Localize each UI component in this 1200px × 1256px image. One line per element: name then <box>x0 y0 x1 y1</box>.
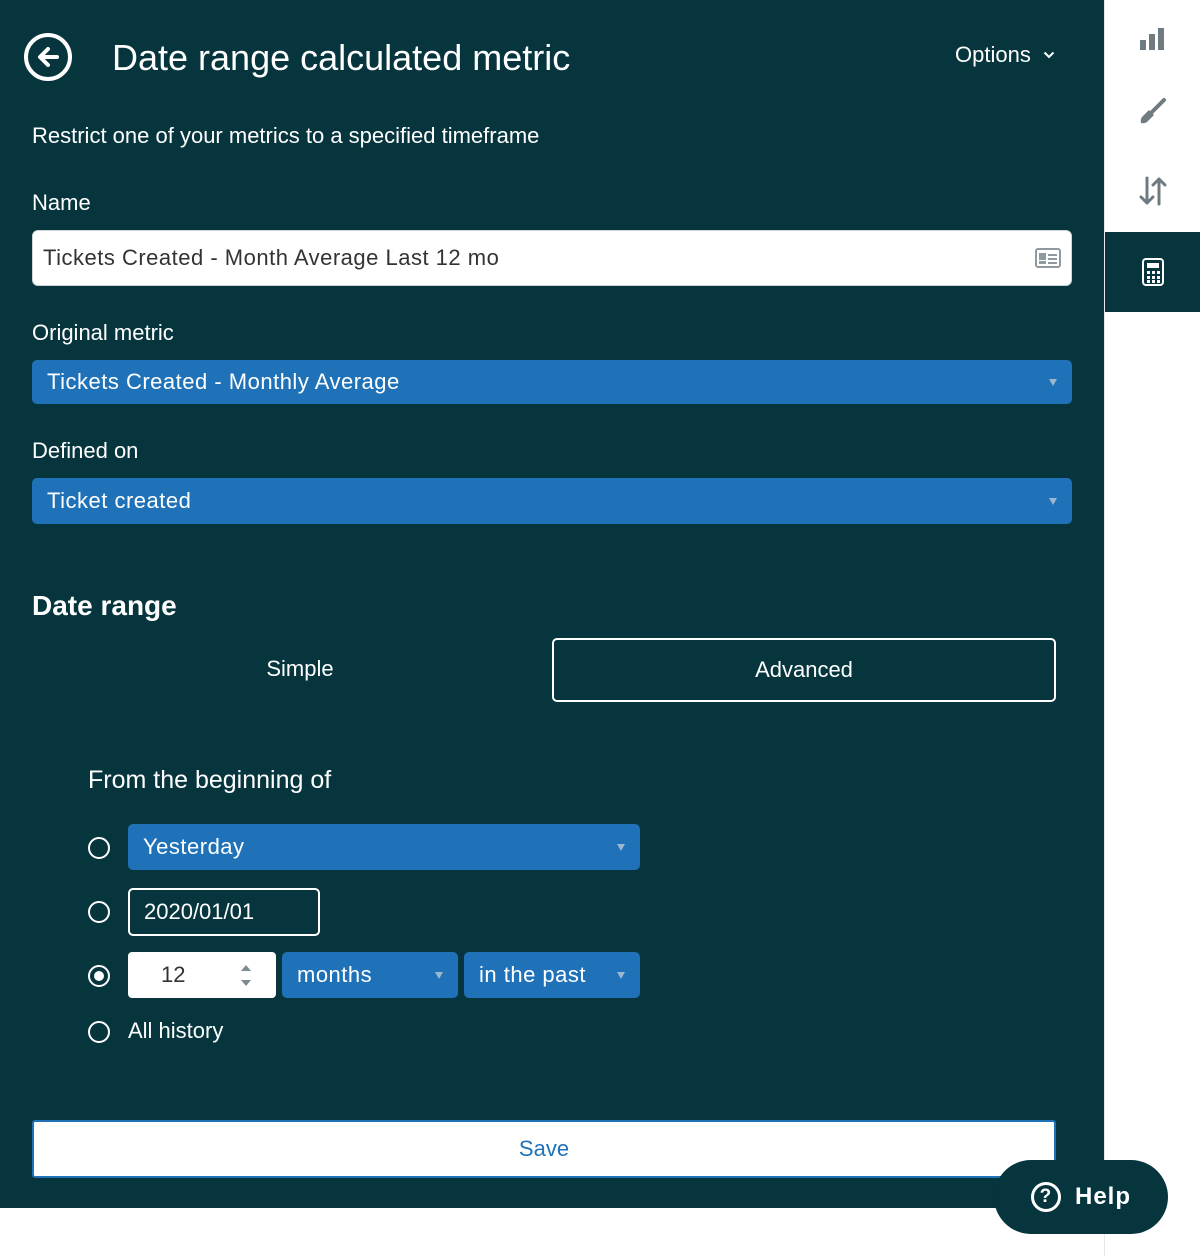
bar-chart-icon <box>1140 28 1164 50</box>
original-metric-label: Original metric <box>32 320 174 345</box>
date-range-title: Date range <box>32 590 177 621</box>
rail-item-sort[interactable] <box>1105 152 1200 230</box>
relative-date-value: Yesterday <box>143 834 245 859</box>
help-button[interactable]: ? Help <box>994 1160 1168 1234</box>
caret-down-icon <box>617 843 625 851</box>
direction-value: in the past <box>479 962 587 987</box>
fixed-date-value: 2020/01/01 <box>144 899 255 924</box>
rail-item-calculator[interactable] <box>1105 232 1200 312</box>
unit-value: months <box>297 962 373 987</box>
direction-select[interactable]: in the past <box>464 952 640 998</box>
radio-relative[interactable] <box>88 837 110 859</box>
calculator-icon <box>1142 258 1164 286</box>
chevron-down-icon <box>1043 51 1055 59</box>
question-icon: ? <box>1030 1182 1061 1212</box>
sort-arrows-icon <box>1139 176 1167 206</box>
options-label: Options <box>955 42 1031 67</box>
stepper-arrows[interactable] <box>216 952 276 998</box>
unit-select[interactable]: months <box>282 952 458 998</box>
relative-date-select[interactable]: Yesterday <box>128 824 640 870</box>
defined-on-select[interactable]: Ticket created <box>32 478 1072 524</box>
radio-amount[interactable] <box>88 965 110 987</box>
arrow-left-icon <box>38 47 59 67</box>
save-button[interactable]: Save <box>32 1120 1056 1178</box>
name-input[interactable]: Tickets Created - Month Average Last 12 … <box>32 230 1072 286</box>
from-beginning-label: From the beginning of <box>88 766 332 794</box>
amount-stepper[interactable]: 12 <box>128 952 276 998</box>
paintbrush-icon <box>1140 98 1166 124</box>
rail-item-chart[interactable] <box>1105 0 1200 78</box>
original-metric-select[interactable]: Tickets Created - Monthly Average <box>32 360 1072 404</box>
subtitle: Restrict one of your metrics to a specif… <box>32 123 540 148</box>
tab-advanced[interactable]: Advanced <box>552 638 1056 702</box>
caret-down-icon <box>617 971 625 979</box>
caret-down-icon <box>435 971 443 979</box>
fixed-date-input[interactable]: 2020/01/01 <box>128 888 320 936</box>
options-menu[interactable]: Options <box>955 42 1055 68</box>
defined-on-value: Ticket created <box>47 488 192 513</box>
radio-fixed-date[interactable] <box>88 901 110 923</box>
tab-simple[interactable]: Simple <box>48 638 552 700</box>
amount-value: 12 <box>161 962 186 987</box>
radio-all-history[interactable] <box>88 1021 110 1043</box>
name-input-value: Tickets Created - Month Average Last 12 … <box>43 245 500 270</box>
metric-editor-panel: Date range calculated metric Options Res… <box>0 0 1104 1208</box>
caret-down-icon <box>1049 497 1057 505</box>
original-metric-value: Tickets Created - Monthly Average <box>47 369 400 394</box>
contact-card-icon <box>1035 248 1061 268</box>
caret-up-icon[interactable] <box>241 964 251 971</box>
defined-on-label: Defined on <box>32 438 139 463</box>
help-label: Help <box>1074 1183 1131 1210</box>
caret-down-icon <box>1049 378 1057 386</box>
rail-item-style[interactable] <box>1105 72 1200 150</box>
all-history-label[interactable]: All history <box>128 1018 223 1044</box>
back-button[interactable] <box>24 33 72 81</box>
right-rail <box>1104 0 1200 1256</box>
caret-down-icon[interactable] <box>241 979 251 986</box>
name-label: Name <box>32 190 91 215</box>
page-title: Date range calculated metric <box>112 37 571 78</box>
